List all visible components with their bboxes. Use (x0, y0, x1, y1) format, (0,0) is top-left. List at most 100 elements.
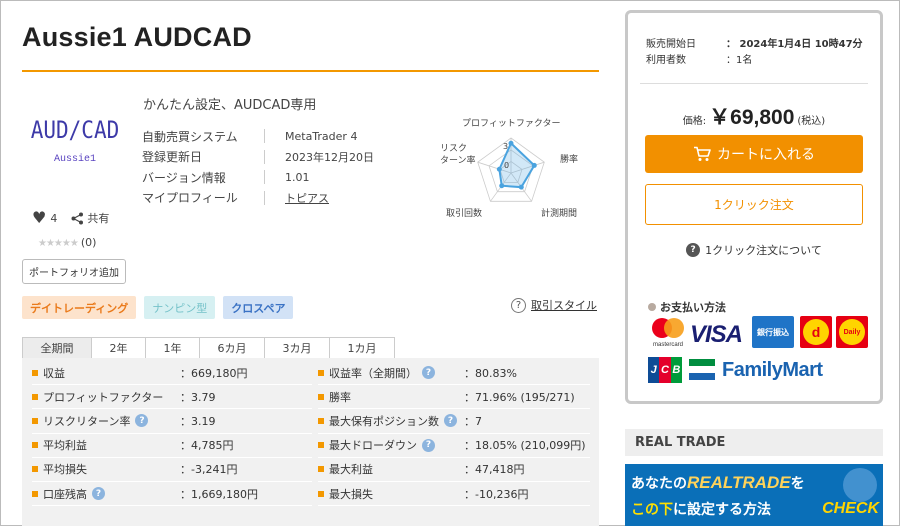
help-icon[interactable]: ? (444, 414, 457, 428)
stats-column-left: 収益 ：669,180円 プロフィットファクター ：3.79 リスクリターン率? ：3.1… (32, 361, 312, 507)
question-icon: ? (686, 243, 701, 257)
bullet-square-icon (32, 490, 38, 497)
rating-count: (0) (80, 236, 97, 249)
radar-scale-inner: 0 (504, 161, 510, 170)
product-description: かんたん設定、AUDCAD専用 (143, 98, 317, 113)
mastercard-logo: mastercard (648, 315, 688, 349)
jcb-letter-j: J (648, 357, 660, 383)
tag-list: デイトレーディング ナンピン型 クロスペア (22, 296, 294, 319)
radar-label-win-rate: 勝率 (560, 155, 579, 165)
radar-label-trades: 取引回数 (446, 209, 483, 219)
tab-6-months[interactable]: 6カ月 (199, 337, 265, 358)
bullet-square-icon (32, 369, 38, 376)
info-row: マイプロフィール トピアス (142, 188, 374, 209)
period-tabs: 全期間 2年 1年 6カ月 3カ月 1カ月 (22, 337, 395, 358)
purchase-panel: 販売開始日 ： 2024年1月4日 10時47分 利用者数 ：1名 価格: ￥69… (625, 10, 883, 404)
banner-brand: REALTRADE (687, 473, 791, 492)
stat-row: 口座残高? ：1,669,180円 (32, 482, 312, 507)
payment-title: お支払い方法 (648, 299, 726, 315)
tag-daytrading[interactable]: デイトレーディング (22, 296, 137, 319)
stat-value: ：-3,241円 (180, 463, 238, 477)
help-icon[interactable]: ? (422, 366, 435, 380)
bullet-square-icon (32, 442, 38, 449)
radar-point (508, 140, 514, 146)
bullet-square-icon (318, 393, 324, 400)
help-icon[interactable]: ? (422, 438, 435, 452)
stat-label-text: 最大保有ポジション数 (329, 414, 439, 428)
heart-icon[interactable]: ♥ (32, 210, 46, 226)
star-icons: ★★★★★ (38, 238, 79, 249)
product-logo: AUD/CAD Aussie1 (30, 116, 120, 165)
tag-nanpin[interactable]: ナンピン型 (144, 296, 216, 319)
banner-text: あなたの (631, 476, 687, 492)
profile-link[interactable]: トピアス (285, 190, 329, 206)
sale-start-value: ： 2024年1月4日 10時47分 (726, 38, 863, 50)
familymart-logo: FamilyMart (722, 359, 823, 381)
trade-style-link[interactable]: ? 取引スタイル (511, 297, 597, 313)
add-to-cart-button[interactable]: カートに入れる (645, 135, 863, 173)
users-label: 利用者数 (646, 54, 686, 66)
stat-label: 最大保有ポジション数? (329, 413, 457, 429)
stat-label-text: 平均利益 (43, 439, 87, 453)
tab-3-months[interactable]: 3カ月 (264, 337, 330, 358)
radar-scale-outer: 3 (503, 142, 509, 151)
jcb-letter-b: B (670, 357, 682, 383)
stat-label-text: リスクリターン率 (43, 414, 131, 428)
tab-1-year[interactable]: 1年 (145, 337, 200, 358)
info-value: 2023年12月20日 (285, 150, 374, 164)
real-trade-banner[interactable]: あなたのREALTRADEを この下に設定する方法 CHECK (625, 464, 883, 526)
stat-label: 最大利益 (329, 461, 373, 477)
info-row: バージョン情報 1.01 (142, 167, 374, 188)
like-count: 4 (50, 211, 58, 225)
stat-label: 収益率（全期間）? (329, 365, 435, 381)
banner-text: を (790, 476, 805, 492)
d-daily-logo: Daily (836, 316, 868, 348)
stat-label: プロフィットファクター (43, 389, 163, 405)
d-icon: d (803, 319, 829, 345)
stat-value: ：-10,236円 (464, 487, 529, 501)
share-icon (71, 212, 84, 224)
stat-value: ：3.19 (180, 414, 216, 428)
add-to-cart-label: カートに入れる (717, 147, 815, 163)
stat-label: 平均損失 (43, 461, 87, 477)
info-divider (264, 149, 265, 164)
info-label: マイプロフィール (142, 191, 238, 206)
info-divider (264, 170, 265, 185)
banner-line1: あなたのREALTRADEを (631, 473, 805, 493)
payment-title-text: お支払い方法 (660, 301, 726, 314)
tab-2-years[interactable]: 2年 (91, 337, 146, 358)
trade-style-label: 取引スタイル (531, 299, 597, 312)
radar-point (531, 162, 537, 168)
stat-value: ：80.83% (464, 366, 517, 380)
stat-row: 最大利益 ：47,418円 (318, 458, 590, 482)
rating[interactable]: ★★★★★ (0) (38, 236, 96, 249)
side-divider (640, 83, 868, 84)
tab-1-month[interactable]: 1カ月 (329, 337, 395, 358)
stat-row: 平均損失 ：-3,241円 (32, 458, 312, 482)
bullet-square-icon (318, 369, 324, 376)
share-button[interactable]: 共有 (71, 210, 109, 226)
stat-row: 勝率 ：71.96% (195/271) (318, 385, 590, 410)
familymart-bars-icon (689, 359, 715, 381)
stat-label-text: 平均損失 (43, 463, 87, 477)
mastercard-icon: mastercard (652, 318, 684, 348)
help-icon[interactable]: ? (135, 414, 149, 428)
one-click-order-button[interactable]: 1クリック注文 (645, 184, 863, 225)
share-label: 共有 (87, 212, 110, 225)
d-payment-logo: d (800, 316, 832, 348)
banner-text: に設定する方法 (673, 502, 771, 518)
tag-cross-pair[interactable]: クロスペア (223, 296, 294, 319)
stat-row: リスクリターン率? ：3.19 (32, 409, 312, 434)
info-row: 登録更新日 2023年12月20日 (142, 147, 374, 168)
radar-label-profit-factor: プロフィットファクター (462, 119, 561, 129)
radar-label-risk-line2: ターン率 (440, 156, 476, 166)
help-icon[interactable]: ? (92, 487, 105, 501)
info-label: バージョン情報 (142, 170, 226, 185)
stat-label-text: 収益 (43, 366, 65, 380)
one-click-about-link[interactable]: ? 1クリック注文について (628, 242, 880, 258)
add-portfolio-button[interactable]: ポートフォリオ追加 (22, 259, 126, 284)
tab-all-period[interactable]: 全期間 (22, 337, 92, 358)
stat-label: リスクリターン率? (43, 413, 149, 429)
bullet-square-icon (318, 417, 324, 424)
stat-row: 最大損失 ：-10,236円 (318, 482, 590, 507)
